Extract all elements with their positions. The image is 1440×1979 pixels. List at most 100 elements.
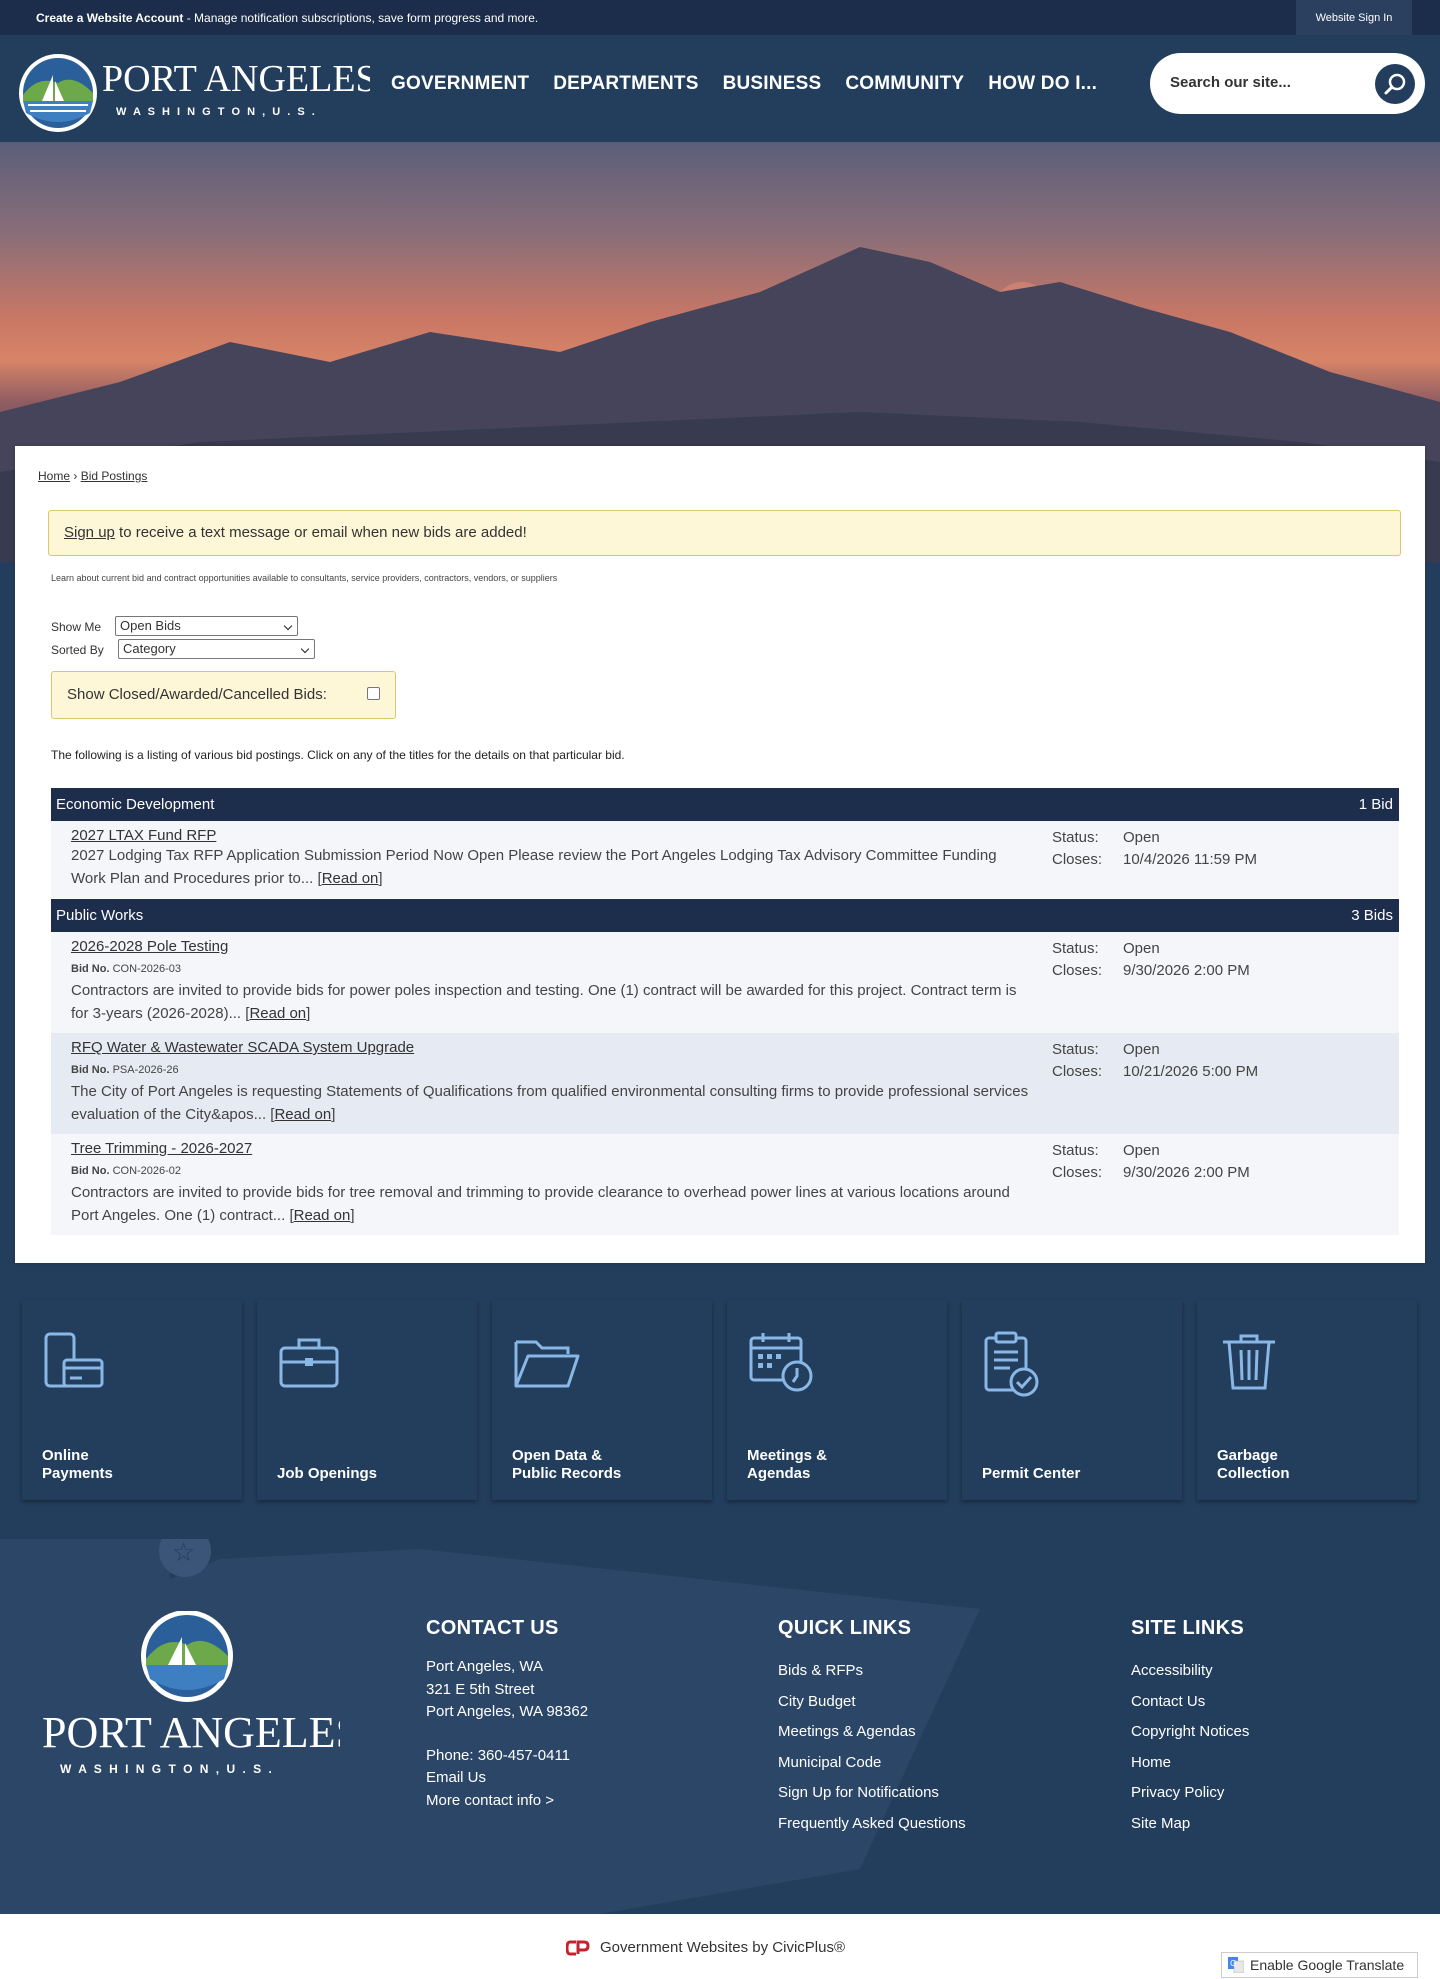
footer-logo[interactable]: PORT ANGELES W A S H I N G T O N , U . S…: [40, 1610, 360, 1781]
folder-icon: [514, 1340, 580, 1388]
city-wordmark: PORT ANGELES W A S H I N G T O N , U . S…: [102, 58, 370, 118]
site-link[interactable]: Home: [1131, 1748, 1249, 1779]
category-name: Economic Development: [56, 796, 215, 813]
site-header: PORT ANGELES W A S H I N G T O N , U . S…: [0, 35, 1440, 142]
svg-text:PORT ANGELES: PORT ANGELES: [42, 1708, 340, 1757]
breadcrumb-bid-postings[interactable]: Bid Postings: [81, 469, 148, 483]
nav-business[interactable]: BUSINESS: [723, 73, 822, 95]
bid-status-values: Open 9/30/2026 2:00 PM: [1123, 938, 1250, 982]
bid-title-link[interactable]: 2027 LTAX Fund RFP: [71, 827, 216, 844]
google-translate-button[interactable]: G Enable Google Translate: [1221, 1952, 1418, 1978]
more-contact-info-link[interactable]: More contact info >: [426, 1790, 588, 1813]
create-account-link[interactable]: Create a Website Account: [36, 11, 183, 25]
google-translate-label: Enable Google Translate: [1250, 1957, 1405, 1973]
tile-online-payments[interactable]: Online Payments: [22, 1300, 242, 1500]
tile-job-openings[interactable]: Job Openings: [257, 1300, 477, 1500]
closes-value: 10/21/2026 5:00 PM: [1123, 1063, 1259, 1080]
show-closed-checkbox[interactable]: [367, 687, 380, 700]
bid-item: Tree Trimming - 2026-2027 Bid No. CON-20…: [51, 1134, 1399, 1235]
contact-email-link[interactable]: Email Us: [426, 1767, 588, 1790]
bid-title-link[interactable]: RFQ Water & Wastewater SCADA System Upgr…: [71, 1039, 414, 1056]
sorted-by-select[interactable]: Category: [118, 639, 315, 659]
bid-title-link[interactable]: 2026-2028 Pole Testing: [71, 938, 228, 955]
category-header: Economic Development 1 Bid: [51, 788, 1399, 821]
quick-link[interactable]: Bids & RFPs: [778, 1656, 966, 1687]
status-value: Open: [1123, 829, 1160, 846]
read-on-link[interactable]: Read on: [274, 1106, 331, 1123]
read-on-link[interactable]: Read on: [294, 1207, 351, 1224]
calendar-icon: [749, 1333, 813, 1392]
breadcrumb: Home › Bid Postings: [38, 469, 147, 483]
site-footer: ☆ PORT ANGELES W A S H I N G T O N , U .…: [0, 1539, 1440, 1914]
search-input[interactable]: Search our site...: [1170, 74, 1291, 91]
site-links-heading: SITE LINKS: [1131, 1617, 1245, 1639]
bid-description: The City of Port Angeles is requesting S…: [71, 1083, 1029, 1123]
bid-item: 2027 LTAX Fund RFP 2027 Lodging Tax RFP …: [51, 821, 1399, 898]
quick-access-tiles: Online Payments Job Openings Open Data & P…: [22, 1300, 1422, 1500]
bid-status-labels: Status: Closes:: [1052, 1039, 1102, 1083]
quick-links-column: QUICK LINKS Bids & RFPs City Budget Meet…: [778, 1617, 966, 1839]
read-on-link[interactable]: Read on: [322, 870, 379, 887]
bid-status-values: Open 10/4/2026 11:59 PM: [1123, 827, 1257, 871]
quick-link[interactable]: Frequently Asked Questions: [778, 1809, 966, 1840]
signup-link[interactable]: Sign up: [64, 524, 115, 541]
civicplus-logo-icon: [566, 1940, 590, 1955]
site-link[interactable]: Site Map: [1131, 1809, 1249, 1840]
contact-address-line: Port Angeles, WA: [426, 1658, 543, 1675]
bid-number-value: CON-2026-02: [112, 1165, 182, 1177]
show-me-label: Show Me: [51, 620, 102, 634]
tile-label-line2: Agendas: [747, 1465, 811, 1482]
read-on-link[interactable]: Read on: [249, 1005, 306, 1022]
quick-link[interactable]: Municipal Code: [778, 1748, 966, 1779]
tile-meetings-agendas[interactable]: Meetings & Agendas: [727, 1300, 947, 1500]
main-nav: GOVERNMENT DEPARTMENTS BUSINESS COMMUNIT…: [391, 73, 1121, 95]
quick-link[interactable]: City Budget: [778, 1687, 966, 1718]
site-link[interactable]: Privacy Policy: [1131, 1778, 1249, 1809]
tile-garbage-collection[interactable]: Garbage Collection: [1197, 1300, 1417, 1500]
category-name: Public Works: [56, 907, 144, 924]
civicplus-credit[interactable]: Government Websites by CivicPlus®: [566, 1939, 845, 1956]
nav-departments[interactable]: DEPARTMENTS: [553, 73, 698, 95]
tile-label-line1: Garbage: [1217, 1447, 1278, 1464]
site-link[interactable]: Accessibility: [1131, 1656, 1249, 1687]
signup-notice: Sign up to receive a text message or ema…: [48, 510, 1401, 556]
closes-label: Closes:: [1052, 851, 1103, 868]
bid-item: 2026-2028 Pole Testing Bid No. CON-2026-…: [51, 932, 1399, 1033]
bid-title-link[interactable]: Tree Trimming - 2026-2027: [71, 1140, 252, 1157]
site-link[interactable]: Contact Us: [1131, 1687, 1249, 1718]
nav-government[interactable]: GOVERNMENT: [391, 73, 529, 95]
quick-link[interactable]: Meetings & Agendas: [778, 1717, 966, 1748]
bid-status-values: Open 10/21/2026 5:00 PM: [1123, 1039, 1258, 1083]
status-label: Status:: [1052, 1041, 1099, 1058]
search-button[interactable]: [1375, 64, 1415, 104]
nav-how-do-i[interactable]: HOW DO I...: [988, 73, 1097, 95]
bid-status-labels: Status: Closes:: [1052, 1140, 1102, 1184]
breadcrumb-home[interactable]: Home: [38, 469, 70, 483]
bid-description-text: Contractors are invited to provide bids …: [71, 1184, 1010, 1224]
create-account-desc: - Manage notification subscriptions, sav…: [183, 11, 539, 25]
bid-description: Contractors are invited to provide bids …: [71, 982, 1017, 1022]
show-me-select[interactable]: Open Bids: [115, 616, 298, 636]
bid-number: Bid No. CON-2026-02: [71, 1165, 181, 1177]
tile-label: Garbage Collection: [1217, 1447, 1290, 1483]
closes-value: 10/4/2026 11:59 PM: [1123, 851, 1257, 868]
closes-label: Closes:: [1052, 1164, 1103, 1181]
site-link[interactable]: Copyright Notices: [1131, 1717, 1249, 1748]
status-label: Status:: [1052, 1142, 1099, 1159]
port-angeles-logo[interactable]: PORT ANGELES W A S H I N G T O N , U . S…: [18, 53, 370, 133]
tile-label-line2: Public Records: [512, 1465, 622, 1482]
status-value: Open: [1123, 1041, 1160, 1058]
website-sign-in-button[interactable]: Website Sign In: [1296, 0, 1412, 35]
contact-address-line: Port Angeles, WA 98362: [426, 1703, 589, 1720]
tile-label-line1: Permit Center: [982, 1465, 1081, 1482]
status-value: Open: [1123, 940, 1160, 957]
tile-open-data[interactable]: Open Data & Public Records: [492, 1300, 712, 1500]
search-box[interactable]: Search our site...: [1150, 53, 1425, 114]
category-header: Public Works 3 Bids: [51, 899, 1399, 932]
svg-text:W A S H I N G T O N , U . S .: W A S H I N G T O N , U . S .: [60, 1762, 274, 1776]
tile-permit-center[interactable]: Permit Center: [962, 1300, 1182, 1500]
svg-text:W A S H I N G T O N , U . S .: W A S H I N G T O N , U . S .: [116, 106, 317, 118]
nav-community[interactable]: COMMUNITY: [845, 73, 964, 95]
quick-link[interactable]: Sign Up for Notifications: [778, 1778, 966, 1809]
bid-number: Bid No. PSA-2026-26: [71, 1064, 179, 1076]
